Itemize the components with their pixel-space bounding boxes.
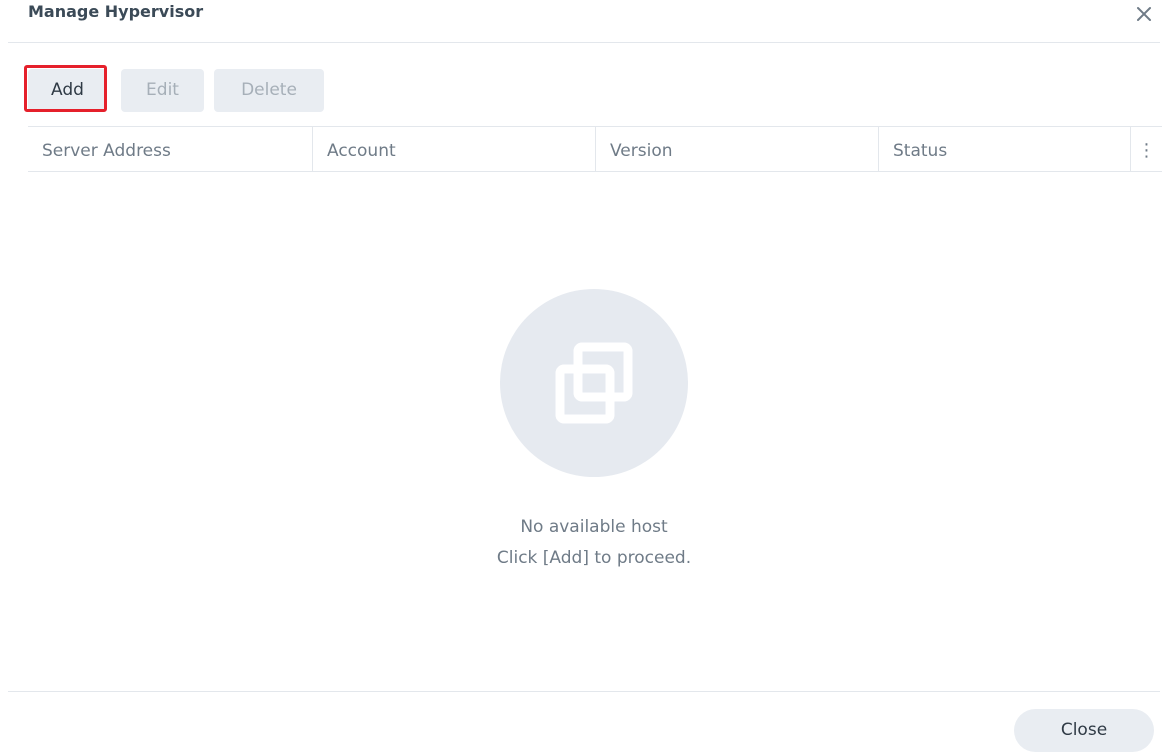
empty-state-line-2: Click [Add] to proceed.	[496, 548, 692, 568]
add-button[interactable]: Add	[28, 69, 107, 112]
column-header-status[interactable]: Status	[878, 127, 1130, 171]
grid-header: Server Address Account Version Status ⋮	[28, 126, 1162, 172]
close-icon[interactable]	[1132, 2, 1156, 26]
dialog-title: Manage Hypervisor	[28, 2, 204, 21]
column-header-account[interactable]: Account	[312, 127, 595, 171]
header-divider	[8, 42, 1160, 43]
manage-hypervisor-dialog: Manage Hypervisor Add Edit Delete Server…	[0, 0, 1175, 754]
footer-divider	[8, 691, 1160, 692]
column-header-version[interactable]: Version	[595, 127, 878, 171]
overlapping-squares-icon	[555, 342, 633, 424]
edit-button[interactable]: Edit	[121, 69, 204, 112]
delete-button[interactable]: Delete	[214, 69, 324, 112]
empty-state-message: No available host Click [Add] to proceed…	[400, 512, 788, 574]
column-header-server-address[interactable]: Server Address	[28, 127, 312, 171]
empty-state-illustration	[500, 289, 688, 477]
empty-state-line-1: No available host	[520, 517, 668, 537]
more-vertical-icon[interactable]: ⋮	[1130, 127, 1162, 171]
close-button[interactable]: Close	[1014, 709, 1154, 752]
